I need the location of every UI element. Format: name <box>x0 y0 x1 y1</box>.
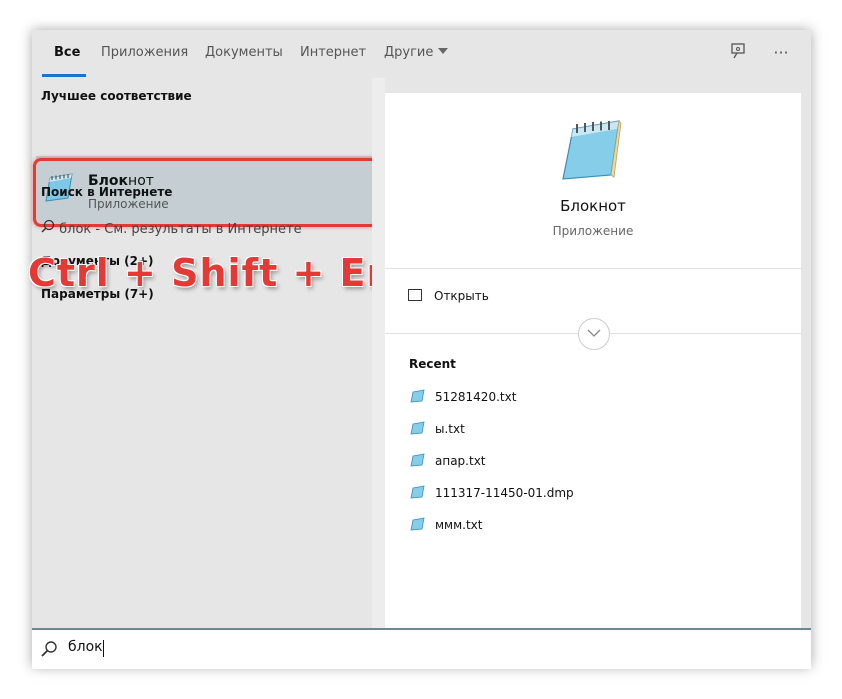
best-match-header: Лучшее соответствие <box>41 89 192 103</box>
recent-item[interactable]: ммм.txt <box>409 517 482 535</box>
text-file-icon <box>409 389 425 406</box>
feedback-icon[interactable] <box>728 42 750 64</box>
results-pane: Лучшее соответствие Блокнот Приложение П… <box>28 78 459 628</box>
tab-documents[interactable]: Документы <box>205 45 283 60</box>
text-file-icon <box>409 453 425 470</box>
open-action[interactable]: Открыть <box>408 289 489 303</box>
tab-all[interactable]: Все <box>54 45 80 60</box>
web-query-suffix: - См. результаты в Интернете <box>91 222 302 237</box>
text-file-icon <box>409 485 425 502</box>
search-icon <box>40 640 58 662</box>
tab-internet[interactable]: Интернет <box>300 45 366 60</box>
text-file-icon <box>409 421 425 438</box>
more-icon[interactable]: ··· <box>770 42 792 64</box>
web-query: блок <box>59 222 92 237</box>
recent-item[interactable]: 111317-11450-01.dmp <box>409 485 574 503</box>
recent-item[interactable]: апар.txt <box>409 453 486 471</box>
recent-item[interactable]: ы.txt <box>409 421 465 439</box>
tab-other[interactable]: Другие <box>384 45 449 60</box>
search-icon <box>41 219 59 237</box>
search-window: Все Приложения Документы Интернет Другие… <box>28 30 811 669</box>
expand-chevron-icon[interactable] <box>578 318 610 350</box>
preview-title: Блокнот <box>560 197 626 215</box>
web-search-header: Поиск в Интернете <box>41 185 173 199</box>
tab-other-label: Другие <box>384 45 434 60</box>
open-icon <box>408 289 422 301</box>
divider <box>385 268 801 269</box>
recent-item[interactable]: 51281420.txt <box>409 389 516 407</box>
text-file-icon <box>409 517 425 534</box>
search-bar <box>32 628 811 669</box>
chevron-down-icon <box>438 48 449 54</box>
preview-subtitle: Приложение <box>552 224 634 238</box>
text-cursor <box>103 640 104 657</box>
tab-bar: Все Приложения Документы Интернет Другие… <box>32 30 811 78</box>
preview-pane: Блокнот Приложение Открыть Recent 512814… <box>385 93 801 628</box>
search-input[interactable] <box>68 639 368 655</box>
pane-gap <box>372 78 385 628</box>
notepad-large-icon <box>557 117 627 185</box>
recent-header: Recent <box>409 357 456 371</box>
active-tab-indicator <box>42 74 86 77</box>
web-search-item[interactable]: блок - См. результаты в Интернете <box>41 219 302 237</box>
tab-apps[interactable]: Приложения <box>101 45 188 60</box>
open-label: Открыть <box>434 289 489 303</box>
